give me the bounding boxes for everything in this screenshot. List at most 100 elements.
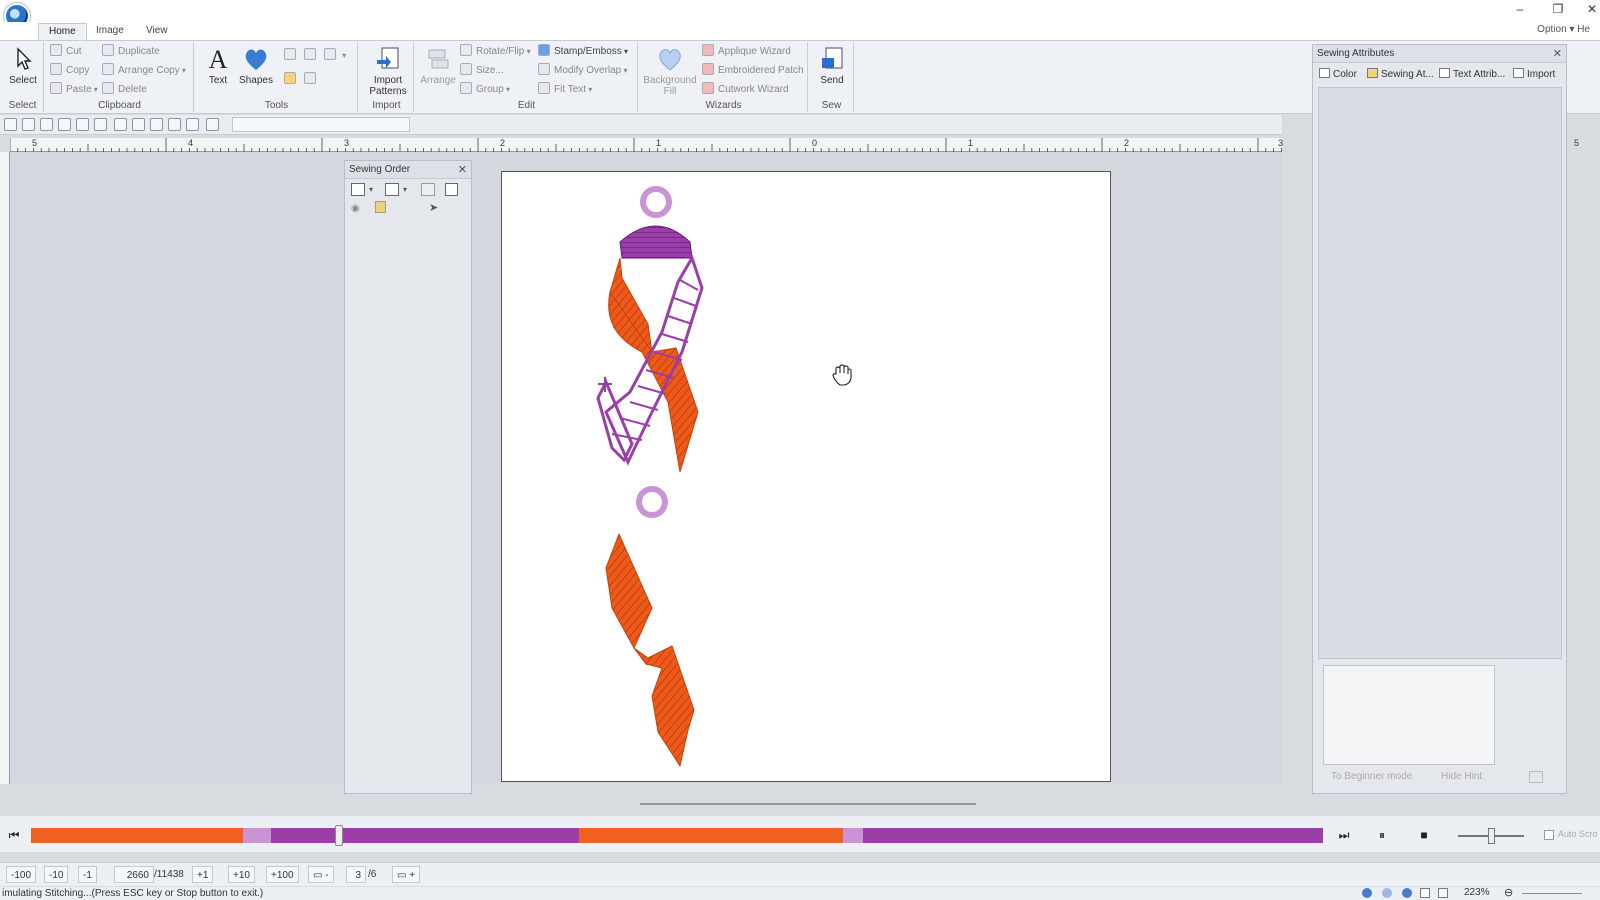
modify-overlap-label: Modify Overlap xyxy=(554,65,622,76)
beginner-mode-button[interactable]: To Beginner mode xyxy=(1331,771,1412,782)
background-fill-button[interactable]: Background Fill xyxy=(642,44,698,97)
stamp-emboss-button[interactable]: Stamp/Emboss xyxy=(538,44,628,60)
hand-tool-button[interactable] xyxy=(284,72,300,88)
next-color-button[interactable]: ▭ + xyxy=(392,866,421,883)
sort-view-icon[interactable] xyxy=(351,183,365,196)
prev-color-button[interactable]: ▭ - xyxy=(308,866,334,883)
stitch-timeline[interactable] xyxy=(31,825,1323,846)
current-stitch-input[interactable]: 2660 xyxy=(114,866,154,883)
paste-button[interactable]: Paste xyxy=(50,82,98,98)
undo-icon[interactable] xyxy=(76,118,89,131)
redo-icon[interactable] xyxy=(94,118,107,131)
jump-start-button[interactable]: ⏮ xyxy=(4,826,24,844)
step-plus-1-button[interactable]: +1 xyxy=(192,866,214,883)
step-minus-10-button[interactable]: -10 xyxy=(44,866,69,883)
select-button[interactable]: Select xyxy=(3,44,43,96)
pause-button[interactable]: ⏸ xyxy=(1372,826,1392,844)
frame-icon[interactable] xyxy=(445,183,458,196)
open-folder-icon[interactable] xyxy=(22,118,35,131)
sewing-attributes-title: Sewing Attributes xyxy=(1313,45,1566,63)
text-button[interactable]: A Text xyxy=(198,44,238,96)
view-mode-icon[interactable] xyxy=(1382,888,1392,898)
page-icon[interactable] xyxy=(132,118,145,131)
embroidered-patch-button[interactable]: Embroidered Patch xyxy=(702,63,804,79)
tab-image[interactable]: Image xyxy=(86,23,134,40)
minimize-icon[interactable]: – xyxy=(1506,2,1534,18)
modify-overlap-button[interactable]: Modify Overlap xyxy=(538,63,628,79)
view-mode-icon[interactable] xyxy=(1362,888,1372,898)
step-minus-100-button[interactable]: -100 xyxy=(6,866,37,883)
tab-home[interactable]: Home xyxy=(38,23,87,40)
chevron-down-icon[interactable]: ▾ xyxy=(369,185,373,194)
step-plus-100-button[interactable]: +100 xyxy=(266,866,299,883)
shapes-button[interactable]: Shapes xyxy=(236,44,276,96)
preview-icon[interactable] xyxy=(58,118,71,131)
restore-icon[interactable]: ❐ xyxy=(1544,2,1572,18)
measure-button[interactable] xyxy=(304,72,320,88)
arrange-button[interactable]: Arrange xyxy=(418,44,458,96)
applique-wizard-button[interactable]: Applique Wizard xyxy=(702,44,791,60)
tab-color[interactable]: Color xyxy=(1319,67,1357,83)
color-index-input[interactable]: 3 xyxy=(346,866,366,883)
grid-view-icon[interactable] xyxy=(1420,888,1430,898)
tab-text-attributes[interactable]: Text Attrib... xyxy=(1439,67,1505,83)
tab-import[interactable]: Import xyxy=(1513,67,1555,83)
size-button[interactable]: Size... xyxy=(460,63,504,79)
timeline-thumb[interactable] xyxy=(334,825,343,846)
needle-icon[interactable] xyxy=(186,118,199,131)
tab-import-label: Import xyxy=(1527,69,1556,80)
pointer-icon[interactable]: ➤ xyxy=(429,201,438,214)
zoom-fit-button[interactable] xyxy=(324,48,346,64)
design-canvas[interactable] xyxy=(501,171,1111,782)
delete-button[interactable]: Delete xyxy=(102,82,147,98)
rotate-flip-button[interactable]: Rotate/Flip xyxy=(460,44,531,60)
timeline-seg-orange-1 xyxy=(31,828,243,843)
copy-icon xyxy=(50,63,62,75)
import-patterns-button[interactable]: Import Patterns xyxy=(366,44,410,97)
zoom-level: 223% xyxy=(1464,887,1490,898)
zoom-in-button[interactable] xyxy=(284,48,300,64)
send-button[interactable]: Send xyxy=(812,44,852,96)
view-mode-icon[interactable] xyxy=(1402,888,1412,898)
tab-sewing-attributes[interactable]: Sewing At... xyxy=(1367,67,1434,83)
cut-button[interactable]: Cut xyxy=(50,44,82,60)
property-icon[interactable] xyxy=(150,118,163,131)
close-icon[interactable]: ✕ xyxy=(1578,2,1600,18)
help-icon[interactable] xyxy=(168,118,181,131)
eye-icon[interactable]: ◉ xyxy=(351,203,360,214)
realistic-view-icon[interactable] xyxy=(114,118,127,131)
horizontal-scrollbar[interactable] xyxy=(640,803,976,805)
lock-icon[interactable] xyxy=(375,201,386,213)
hide-hint-button[interactable]: Hide Hint xyxy=(1441,771,1482,782)
merge-icon[interactable] xyxy=(421,183,435,196)
speed-slider-knob[interactable] xyxy=(1488,828,1495,844)
fit-text-button[interactable]: Fit Text xyxy=(538,82,592,98)
pattern-combo[interactable] xyxy=(232,117,410,132)
auto-scroll-checkbox[interactable] xyxy=(1544,830,1554,840)
pattern-icon[interactable] xyxy=(206,118,219,131)
new-file-icon[interactable] xyxy=(4,118,17,131)
sort-order-icon[interactable] xyxy=(385,183,399,196)
zoom-out-icon[interactable]: ⊖ xyxy=(1504,886,1513,899)
close-icon[interactable]: ✕ xyxy=(458,163,467,176)
jump-end-button[interactable]: ⏭ xyxy=(1334,826,1354,844)
cutwork-wizard-button[interactable]: Cutwork Wizard xyxy=(702,82,789,98)
step-plus-10-button[interactable]: +10 xyxy=(228,866,255,883)
zoom-out-button[interactable] xyxy=(304,48,320,64)
arrange-copy-button[interactable]: Arrange Copy xyxy=(102,63,186,79)
tab-view[interactable]: View xyxy=(136,23,178,40)
option-menu[interactable]: Option ▾ He xyxy=(1537,24,1590,35)
duplicate-button[interactable]: Duplicate xyxy=(102,44,160,60)
ribbon-top-cap xyxy=(619,225,693,259)
stop-button[interactable]: ■ xyxy=(1414,826,1434,844)
ruler-label: 3 xyxy=(1278,138,1284,148)
save-icon[interactable] xyxy=(40,118,53,131)
page-view-icon[interactable] xyxy=(1438,888,1448,898)
close-icon[interactable]: ✕ xyxy=(1553,47,1562,60)
group-button[interactable]: Group xyxy=(460,82,510,98)
step-minus-1-button[interactable]: -1 xyxy=(78,866,97,883)
zoom-slider[interactable] xyxy=(1522,893,1582,894)
chevron-down-icon[interactable]: ▾ xyxy=(403,185,407,194)
hint-settings-icon[interactable] xyxy=(1529,771,1543,783)
copy-button[interactable]: Copy xyxy=(50,63,89,79)
